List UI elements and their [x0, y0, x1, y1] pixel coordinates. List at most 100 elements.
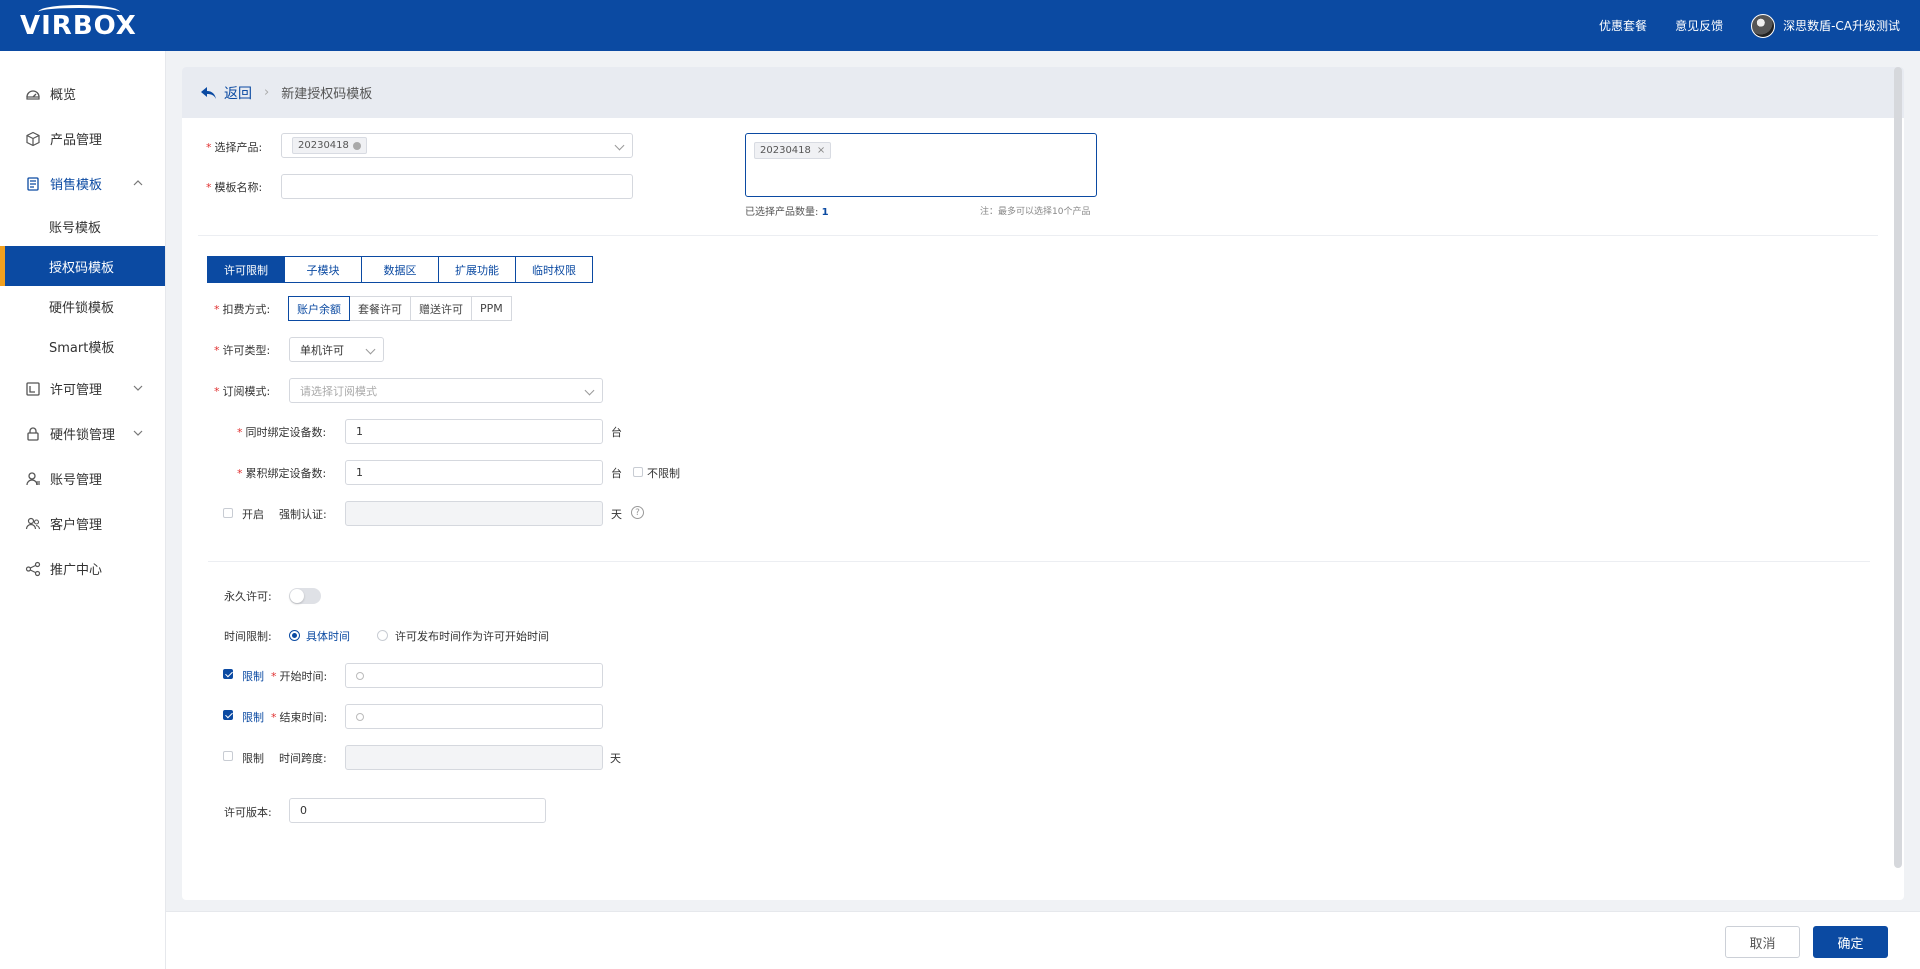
lock-icon: [24, 425, 42, 443]
time-span-label: 时间跨度:: [279, 752, 327, 765]
total-devices-input[interactable]: 1: [345, 460, 603, 485]
scrollbar[interactable]: [1894, 67, 1902, 868]
sidebar-item-licenses[interactable]: 许可管理: [0, 366, 165, 411]
sidebar-item-dongle-template[interactable]: 硬件锁模板: [0, 286, 165, 326]
subscription-placeholder: 请选择订阅模式: [300, 384, 377, 398]
clock-icon: [356, 712, 364, 721]
bind-devices-label: 同时绑定设备数:: [237, 424, 327, 440]
end-time-label: 结束时间:: [271, 709, 328, 725]
sidebar-item-authcode-template[interactable]: 授权码模板: [0, 246, 165, 286]
product-label: 选择产品:: [206, 139, 263, 155]
start-time-label: 开始时间:: [271, 668, 328, 684]
chevron-up-icon: [131, 176, 145, 190]
help-icon[interactable]: ?: [631, 506, 644, 519]
sidebar-item-promotion[interactable]: 推广中心: [0, 546, 165, 591]
sidebar-item-label: 许可管理: [50, 383, 103, 398]
tab-submodules[interactable]: 子模块: [284, 256, 362, 283]
license-type-label: 许可类型:: [214, 342, 271, 358]
plans-link[interactable]: 优惠套餐: [1599, 17, 1647, 34]
deduct-package[interactable]: 套餐许可: [349, 296, 411, 321]
version-label: 许可版本:: [224, 806, 272, 819]
sidebar-item-dongles[interactable]: 硬件锁管理: [0, 411, 165, 456]
tab-extensions[interactable]: 扩展功能: [438, 256, 516, 283]
virbox-logo[interactable]: VIRBOX: [20, 5, 137, 43]
user-icon: [24, 470, 42, 488]
user-menu[interactable]: 深思数盾-CA升级测试: [1751, 13, 1900, 38]
limit-end-label: 限制: [242, 711, 264, 724]
template-icon: [24, 175, 42, 193]
page-title: 新建授权码模板: [281, 87, 373, 102]
sidebar-item-account-template[interactable]: 账号模板: [0, 206, 165, 246]
total-devices-unit: 台: [611, 467, 622, 480]
user-name: 深思数盾-CA升级测试: [1783, 19, 1900, 33]
deduct-segment: 账户余额 套餐许可 赠送许可 PPM: [288, 296, 512, 321]
sidebar-item-accounts[interactable]: 账号管理: [0, 456, 165, 501]
unlimited-checkbox[interactable]: [633, 467, 643, 477]
limit-start-label: 限制: [242, 670, 264, 683]
tab-license-limits[interactable]: 许可限制: [207, 256, 285, 283]
confirm-button[interactable]: 确定: [1813, 926, 1888, 958]
logo-arc-icon: [38, 5, 120, 19]
subscription-select[interactable]: 请选择订阅模式: [289, 378, 603, 403]
cancel-button[interactable]: 取消: [1725, 926, 1800, 958]
force-auth-label: 强制认证:: [279, 508, 327, 521]
deduct-gift[interactable]: 赠送许可: [410, 296, 472, 321]
share-icon: [24, 560, 42, 578]
avatar: [1751, 13, 1776, 38]
product-tag: 20230418: [292, 137, 367, 154]
bind-devices-unit: 台: [611, 426, 622, 439]
tag-remove-icon[interactable]: [352, 141, 361, 150]
sidebar-item-label: 产品管理: [50, 133, 103, 148]
specific-time-label: 具体时间: [306, 630, 350, 643]
subscription-label: 订阅模式:: [214, 383, 271, 399]
force-auth-input[interactable]: [345, 501, 603, 526]
tab-temp-permissions[interactable]: 临时权限: [515, 256, 593, 283]
end-time-input[interactable]: [345, 704, 603, 729]
version-input[interactable]: 0: [289, 798, 546, 823]
sidebar-item-smart-template[interactable]: Smart模板: [0, 326, 165, 366]
specific-time-radio[interactable]: [289, 630, 300, 641]
selected-count-label: 已选择产品数量: 1: [745, 203, 829, 218]
limit-start-checkbox[interactable]: [223, 669, 233, 679]
license-icon: [24, 380, 42, 398]
time-limit-label: 时间限制:: [224, 630, 272, 643]
template-name-label: 模板名称:: [206, 179, 263, 195]
deduct-account-balance[interactable]: 账户余额: [288, 296, 350, 321]
sidebar-item-customers[interactable]: 客户管理: [0, 501, 165, 546]
sidebar-item-overview[interactable]: 概览: [0, 71, 165, 116]
selected-products-box[interactable]: 20230418 ×: [745, 133, 1097, 197]
selected-tag: 20230418 ×: [754, 142, 832, 159]
close-icon[interactable]: ×: [817, 145, 825, 156]
breadcrumb: 返回 › 新建授权码模板: [182, 67, 1904, 118]
permanent-label: 永久许可:: [224, 590, 272, 603]
sidebar-item-sales-templates[interactable]: 销售模板: [0, 161, 165, 206]
selected-count: 1: [821, 207, 829, 218]
license-type-value: 单机许可: [300, 343, 344, 357]
back-button[interactable]: 返回: [200, 83, 252, 103]
main-panel: 返回 › 新建授权码模板 选择产品: 20230418 模板名称: 202304…: [182, 67, 1904, 900]
breadcrumb-separator: ›: [264, 85, 270, 100]
back-arrow-icon: [201, 86, 216, 99]
template-name-input[interactable]: [281, 174, 633, 199]
sidebar-item-products[interactable]: 产品管理: [0, 116, 165, 161]
selected-count-text: 已选择产品数量:: [745, 207, 819, 218]
release-time-radio[interactable]: [377, 630, 388, 641]
divider: [198, 235, 1878, 236]
license-type-select[interactable]: 单机许可: [289, 337, 384, 362]
selected-tag-text: 20230418: [760, 145, 811, 156]
sidebar-item-label: 销售模板: [50, 178, 103, 193]
bind-devices-input[interactable]: 1: [345, 419, 603, 444]
deduct-ppm[interactable]: PPM: [471, 296, 512, 321]
limit-end-checkbox[interactable]: [223, 710, 233, 720]
tab-data-area[interactable]: 数据区: [361, 256, 439, 283]
product-select[interactable]: 20230418: [281, 133, 633, 158]
release-time-label: 许可发布时间作为许可开始时间: [395, 630, 549, 643]
start-time-input[interactable]: [345, 663, 603, 688]
feedback-link[interactable]: 意见反馈: [1675, 17, 1723, 34]
limit-span-checkbox[interactable]: [223, 751, 233, 761]
time-span-input[interactable]: [345, 745, 603, 770]
enable-label: 开启: [242, 508, 264, 521]
footer-bar: 取消 确定: [166, 911, 1920, 969]
enable-force-auth-checkbox[interactable]: [223, 508, 233, 518]
permanent-toggle[interactable]: [289, 588, 321, 604]
